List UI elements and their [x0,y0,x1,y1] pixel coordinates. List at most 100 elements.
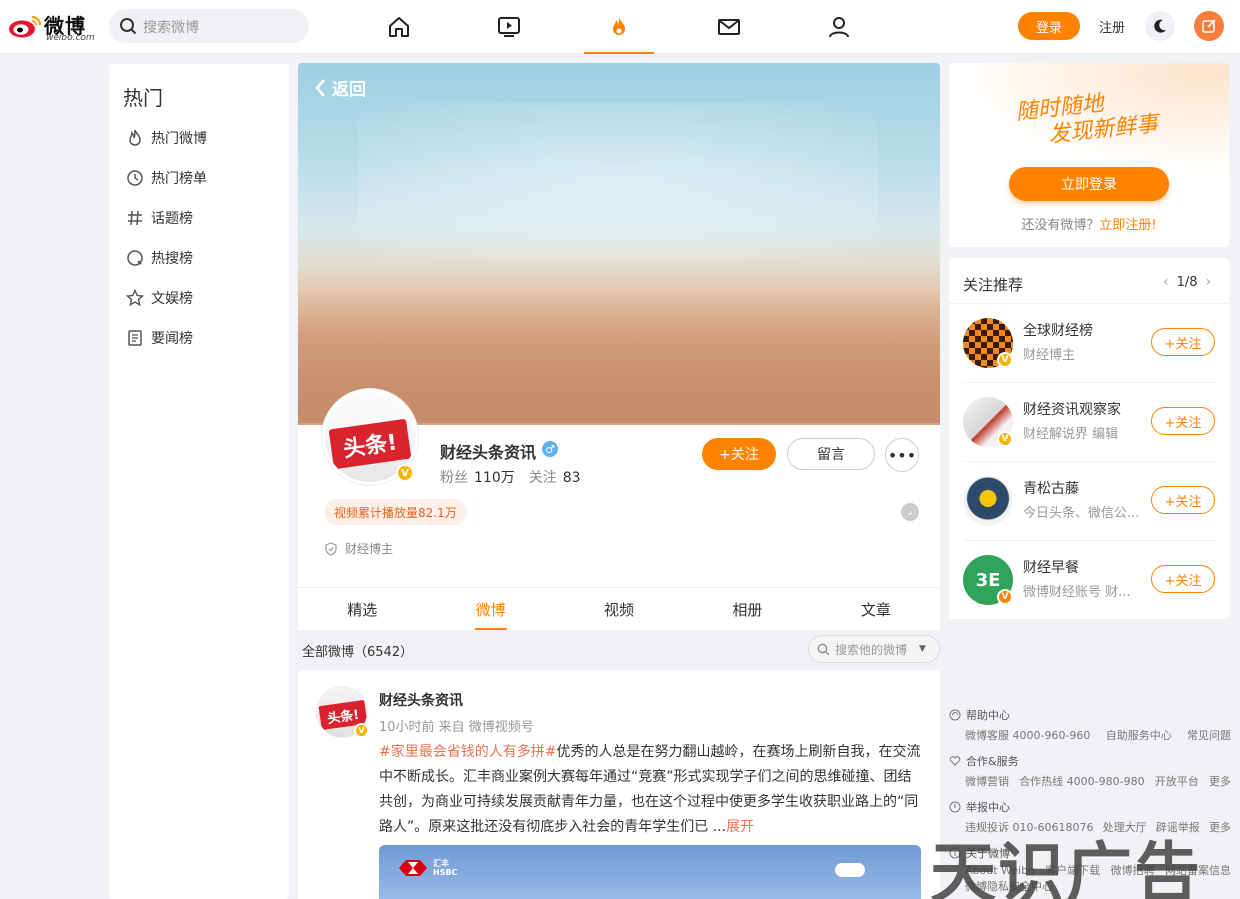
dark-mode-toggle[interactable] [1145,11,1175,41]
login-button[interactable]: 登录 [1018,12,1080,40]
footer-group: 帮助中心 微博客服 4000-960-960 自助服务中心 常见问题 [949,706,1231,746]
play-count-tag: 视频累计播放量82.1万 [324,499,467,525]
footer-link[interactable]: 自助服务中心 [1106,727,1172,743]
register-now-link[interactable]: 立即注册! [1099,218,1156,233]
recommend-follow-button[interactable]: +关注 [1151,486,1215,514]
post-text: #家里最会省钱的人有多拼#优秀的人总是在努力翻山越岭，在赛场上刷新自我，在交流中… [379,740,924,840]
footer-link[interactable]: 微博营销 [965,773,1009,789]
nav-video[interactable] [474,0,544,54]
recommend-name[interactable]: 青松古藤 [1023,478,1079,498]
sidebar-item-label: 热搜榜 [151,251,193,267]
weibo-logo[interactable]: 微博 weibo.com [8,8,98,44]
sidebar-item-label: 热门榜单 [151,171,207,187]
dropdown-triangle-icon[interactable]: ▼ [919,644,926,654]
topic-link[interactable]: #家里最会省钱的人有多拼# [379,744,556,760]
male-icon: ♂ [542,441,558,457]
hsbc-logo-text: 汇丰 HSBC [433,859,458,877]
sidebar-item-topics[interactable]: 话题榜 [125,206,193,230]
recommend-name[interactable]: 财经资讯观察家 [1023,399,1121,419]
chevron-down-icon[interactable]: ⌄ [901,503,919,521]
footer-link[interactable]: 更多 [1209,819,1231,835]
nav-messages[interactable] [694,0,764,54]
follow-button[interactable]: +关注 [702,438,776,470]
chevron-right-icon[interactable]: › [1206,274,1212,290]
top-navbar: 微博 weibo.com 搜索微博 登录 注册 [0,0,1240,54]
register-link[interactable]: 注册 [1099,17,1125,36]
recommend-pager: ‹ 1/8 › [1155,274,1219,290]
sidebar-item-hot-search[interactable]: 热搜榜 [125,246,193,270]
tab-weibo[interactable]: 微博 [426,588,554,630]
cloud-shape [835,863,865,877]
recommend-follow-button[interactable]: +关注 [1151,407,1215,435]
post-author-name[interactable]: 财经头条资讯 [379,690,463,710]
clock-icon [125,168,145,188]
recommend-item[interactable]: V 财经资讯观察家 财经解说界 编辑 +关注 [949,383,1229,462]
post-image[interactable]: 汇丰 HSBC [379,845,921,899]
sidebar-item-label: 要闻榜 [151,331,193,347]
footer-link[interactable]: 开放平台 [1155,773,1199,789]
help-icon [949,709,961,721]
star-icon [125,288,145,308]
more-options-button[interactable]: ••• [885,438,919,472]
nav-profile[interactable] [804,0,874,54]
footer-link[interactable]: 常见问题 [1187,727,1231,743]
search-input[interactable]: 搜索微博 [109,9,309,43]
sidebar-item-hot-weibo[interactable]: 热门微博 [125,126,207,150]
mail-icon [718,19,740,35]
footer-link[interactable]: 更多 [1209,773,1231,789]
promo-register-prompt: 还没有微博？立即注册! [949,214,1229,233]
recommend-item[interactable]: 青松古藤 今日头条、微信公... +关注 [949,462,1229,541]
profile-cover-image: 返回 [298,63,940,425]
footer-links: 微博营销 合作热线 4000-980-980 开放平台 更多 [949,770,1231,792]
recommend-item[interactable]: V 全球财经榜 财经博主 +关注 [949,304,1229,383]
footer-link[interactable]: 微博客服 4000-960-960 [965,727,1090,743]
sidebar-item-news[interactable]: 要闻榜 [125,326,193,350]
tab-featured[interactable]: 精选 [298,588,426,630]
nav-hot[interactable] [584,0,654,54]
tab-album[interactable]: 相册 [683,588,811,630]
nav-home[interactable] [364,0,434,54]
fans-count[interactable]: 110万 [474,470,515,486]
hsbc-hexagon-icon [399,860,427,876]
search-placeholder: 搜索微博 [143,20,199,36]
following-count[interactable]: 83 [563,470,581,486]
sidebar-item-entertainment[interactable]: 文娱榜 [125,286,193,310]
news-icon [125,328,145,348]
footer-group: 合作&服务 微博营销 合作热线 4000-980-980 开放平台 更多 [949,752,1231,792]
recommend-avatar[interactable] [963,476,1013,526]
tab-articles[interactable]: 文章 [812,588,940,630]
recommend-desc: 今日头条、微信公... [1023,506,1140,521]
back-label: 返回 [332,80,366,100]
compose-button[interactable] [1194,11,1224,41]
profile-search-input[interactable]: 搜索他的微博 ▼ [808,635,940,663]
back-button[interactable]: 返回 [314,75,366,100]
message-button[interactable]: 留言 [787,438,875,470]
footer-heading-text: 合作&服务 [966,755,1019,768]
recommend-name[interactable]: 全球财经榜 [1023,320,1093,340]
footer-heading-text: 帮助中心 [966,709,1010,722]
footer-link[interactable]: 合作热线 4000-980-980 [1019,773,1144,789]
recommend-item[interactable]: 3E V 财经早餐 微博财经账号 财... +关注 [949,541,1229,620]
sidebar-item-hot-list[interactable]: 热门榜单 [125,166,207,190]
search-rank-icon [125,248,145,268]
following-label: 关注 [528,470,557,486]
cover-haze [358,103,878,263]
flame-icon [125,128,145,148]
promo-login-button[interactable]: 立即登录 [1009,167,1169,201]
profile-icon [829,17,849,38]
feed-filter-bar: 全部微博（6542） 搜索他的微博 ▼ [298,635,940,665]
recommend-follow-button[interactable]: +关注 [1151,565,1215,593]
verified-badge-icon: V [997,352,1013,368]
chevron-left-icon[interactable]: ‹ [1163,274,1169,290]
role-label: 财经博主 [345,542,394,556]
profile-stats: 粉丝 110万 关注 83 [440,467,595,487]
expand-link[interactable]: 展开 [726,819,754,835]
recommend-name[interactable]: 财经早餐 [1023,557,1079,577]
footer-links: 微博客服 4000-960-960 自助服务中心 常见问题 [949,724,1231,746]
tab-video[interactable]: 视频 [555,588,683,630]
login-promo-card: 随时随地 发现新鲜事 立即登录 还没有微博？立即注册! [949,63,1229,247]
recommend-title: 关注推荐 [963,276,1024,294]
footer-heading: 帮助中心 [949,706,1231,724]
sidebar-title: 热门 [123,86,163,110]
recommend-follow-button[interactable]: +关注 [1151,328,1215,356]
